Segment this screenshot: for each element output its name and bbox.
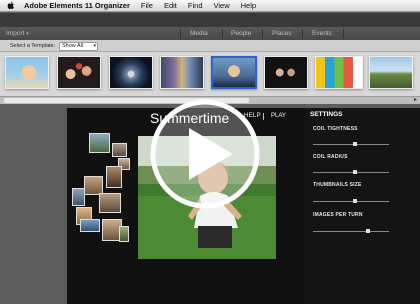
coil-thumbnail[interactable] xyxy=(119,226,129,242)
coil-radius-slider[interactable] xyxy=(313,172,389,173)
coil-thumbnail[interactable] xyxy=(106,166,122,188)
images-per-turn-slider[interactable] xyxy=(313,231,389,232)
slider-knob[interactable] xyxy=(366,229,370,233)
menu-file[interactable]: File xyxy=(141,1,153,10)
app-window: { "menubar": { "app_name": "Adobe Elemen… xyxy=(0,0,420,304)
setting-label: COIL RADIUS xyxy=(313,154,348,160)
menu-find[interactable]: Find xyxy=(188,1,203,10)
tab-places[interactable]: Places xyxy=(272,30,292,37)
template-bar: Select a Template: Show All ▾ xyxy=(0,40,420,52)
menu-view[interactable]: View xyxy=(214,1,230,10)
tab-people[interactable]: People xyxy=(231,30,251,37)
play-button[interactable]: PLAY xyxy=(271,113,286,119)
tab-events[interactable]: Events xyxy=(312,30,332,37)
menu-bar: Adobe Elements 11 Organizer File Edit Fi… xyxy=(0,0,420,12)
play-overlay-icon[interactable] xyxy=(149,98,261,210)
settings-panel: SETTINGS COIL TIGHTNESS COIL RADIUS THUM… xyxy=(305,108,420,304)
setting-label: IMAGES PER TURN xyxy=(313,212,363,218)
template-strip xyxy=(0,52,420,96)
settings-heading: SETTINGS xyxy=(310,111,343,118)
coil-thumbnail[interactable] xyxy=(80,219,100,232)
template-thumbnail[interactable] xyxy=(5,56,49,89)
apple-icon[interactable] xyxy=(7,1,15,10)
template-select[interactable]: Show All ▾ xyxy=(59,41,98,51)
menu-help[interactable]: Help xyxy=(241,1,256,10)
slider-knob[interactable] xyxy=(353,142,357,146)
import-button[interactable]: Import ▾ xyxy=(6,30,29,37)
template-thumbnail[interactable] xyxy=(315,56,363,89)
thumbnails-size-slider[interactable] xyxy=(313,201,389,202)
template-thumbnail[interactable] xyxy=(264,56,308,89)
template-thumbnail[interactable] xyxy=(57,56,101,89)
template-thumbnail[interactable] xyxy=(211,56,257,89)
chevron-down-icon: ▾ xyxy=(93,42,96,49)
window-titlebar xyxy=(0,13,420,27)
coil-tightness-slider[interactable] xyxy=(313,144,389,145)
template-thumbnail[interactable] xyxy=(369,56,413,89)
app-menu[interactable]: Adobe Elements 11 Organizer xyxy=(24,1,130,10)
coil-thumbnail[interactable] xyxy=(99,193,121,213)
chevron-down-icon: ▾ xyxy=(26,31,29,37)
tab-media[interactable]: Media xyxy=(190,30,208,37)
setting-label: COIL TIGHTNESS xyxy=(313,126,358,132)
template-thumbnail[interactable] xyxy=(160,56,204,89)
organizer-toolbar: Import ▾ Media People Places Events xyxy=(0,27,420,40)
coil-thumbnail[interactable] xyxy=(89,133,110,153)
menu-edit[interactable]: Edit xyxy=(164,1,177,10)
slider-knob[interactable] xyxy=(353,199,357,203)
coil-thumbnail[interactable] xyxy=(72,188,85,206)
setting-label: THUMBNAILS SIZE xyxy=(313,182,362,188)
slider-knob[interactable] xyxy=(353,170,357,174)
template-label: Select a Template: xyxy=(10,43,56,49)
template-thumbnail[interactable] xyxy=(109,56,153,89)
divider xyxy=(263,113,264,120)
scroll-right-arrow-icon[interactable]: ▸ xyxy=(414,96,417,103)
coil-thumbnail[interactable] xyxy=(112,143,127,157)
